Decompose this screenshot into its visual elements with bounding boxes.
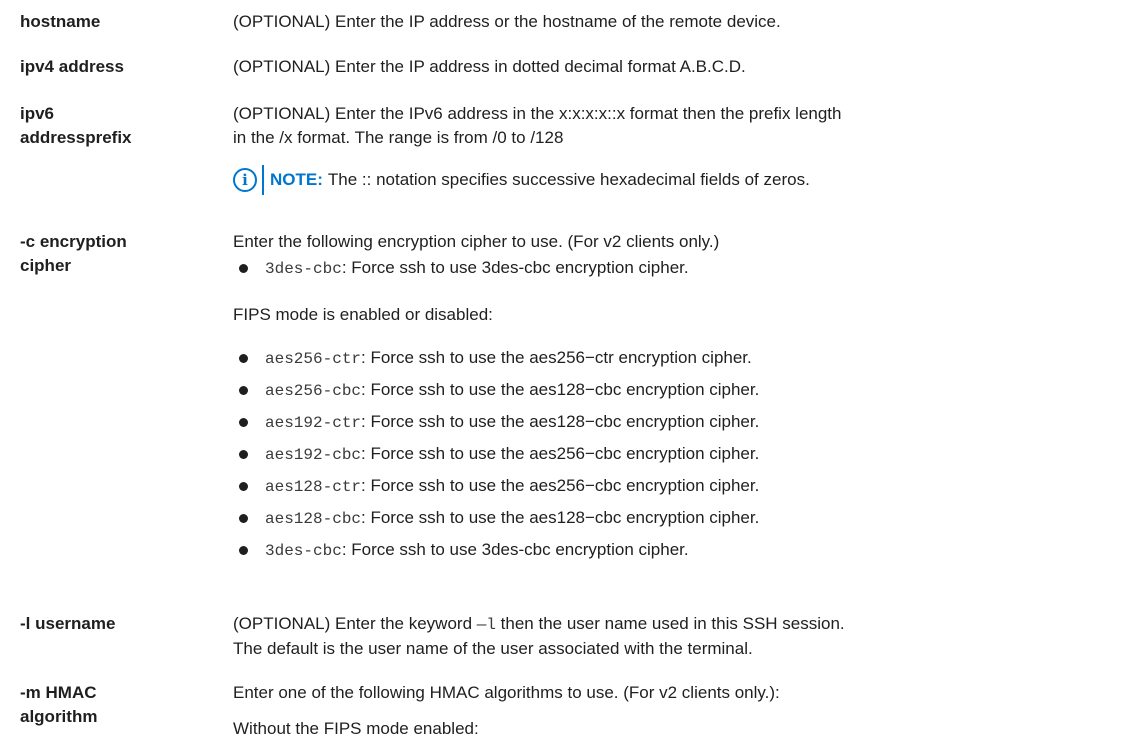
term-line: cipher (20, 256, 72, 275)
cipher-fips-list: aes256-ctr: Force ssh to use the aes256−… (233, 342, 759, 566)
cipher-text: : Force ssh to use the aes256−cbc encryp… (361, 476, 760, 495)
cipher-text: : Force ssh to use 3des-cbc encryption c… (341, 540, 689, 559)
cipher-code: 3des-cbc (265, 542, 342, 560)
note-text: The :: notation specifies successive hex… (327, 170, 810, 189)
fips-text: FIPS mode is enabled or disabled: (233, 305, 493, 324)
note-label: NOTE: (270, 170, 323, 189)
bullet-icon (239, 514, 248, 523)
bullet-icon (239, 264, 248, 273)
term-hmac-algorithm: -m HMAC algorithm (20, 681, 200, 729)
cipher-text: : Force ssh to use the aes128−cbc encryp… (361, 412, 760, 431)
list-item: aes192-cbc: Force ssh to use the aes256−… (233, 438, 759, 470)
bullet-icon (239, 546, 248, 555)
term-encryption-cipher: -c encryption cipher (20, 230, 200, 278)
bullet-icon (239, 354, 248, 363)
cipher-text: : Force ssh to use 3des-cbc encryption c… (341, 258, 689, 277)
term-line: -m HMAC (20, 683, 97, 702)
note-block: i NOTE: The :: notation specifies succes… (233, 165, 810, 195)
term-ipv6-addressprefix: ipv6 addressprefix (20, 102, 200, 150)
desc-ipv6-addressprefix: (OPTIONAL) Enter the IPv6 address in the… (233, 102, 1123, 150)
list-item: aes256-ctr: Force ssh to use the aes256−… (233, 342, 759, 374)
list-item: aes256-cbc: Force ssh to use the aes128−… (233, 374, 759, 406)
desc-line: (OPTIONAL) Enter the IPv6 address in the… (233, 104, 842, 123)
keyword-code: —l (476, 616, 496, 634)
bullet-icon (239, 418, 248, 427)
cipher-text: : Force ssh to use the aes128−cbc encryp… (361, 508, 760, 527)
term-ipv4-address: ipv4 address (20, 57, 124, 76)
term-line: -c encryption (20, 232, 127, 251)
cipher-code: aes192-cbc (265, 446, 362, 464)
cipher-code: aes256-ctr (265, 350, 362, 368)
term-line: algorithm (20, 707, 98, 726)
desc-username: (OPTIONAL) Enter the keyword —l then the… (233, 612, 1123, 661)
bullet-icon (239, 386, 248, 395)
note-divider (262, 165, 264, 195)
list-item: 3des-cbc: Force ssh to use 3des-cbc encr… (233, 534, 759, 566)
cipher-text: : Force ssh to use the aes128−cbc encryp… (361, 380, 760, 399)
desc-hmac-line2: Without the FIPS mode enabled: (233, 719, 479, 738)
desc-hostname: (OPTIONAL) Enter the IP address or the h… (233, 12, 781, 31)
cipher-first-list: 3des-cbc: Force ssh to use 3des-cbc encr… (233, 252, 689, 284)
cipher-code: aes128-ctr (265, 478, 362, 496)
desc-text: (OPTIONAL) Enter the keyword (233, 614, 477, 633)
list-item: 3des-cbc: Force ssh to use 3des-cbc encr… (233, 252, 689, 284)
desc-line: The default is the user name of the user… (233, 639, 753, 658)
cipher-code: aes192-ctr (265, 414, 362, 432)
term-hostname: hostname (20, 12, 101, 31)
desc-ipv4-address: (OPTIONAL) Enter the IP address in dotte… (233, 57, 746, 76)
cipher-text: : Force ssh to use the aes256−cbc encryp… (361, 444, 760, 463)
bullet-icon (239, 482, 248, 491)
cipher-text: : Force ssh to use the aes256−ctr encryp… (361, 348, 752, 367)
list-item: aes128-cbc: Force ssh to use the aes128−… (233, 502, 759, 534)
info-icon: i (233, 168, 257, 192)
list-item: aes128-ctr: Force ssh to use the aes256−… (233, 470, 759, 502)
bullet-icon (239, 450, 248, 459)
desc-text: then the user name used in this SSH sess… (495, 614, 845, 633)
term-line: addressprefix (20, 128, 132, 147)
cipher-code: aes256-cbc (265, 382, 362, 400)
cipher-code: aes128-cbc (265, 510, 362, 528)
desc-hmac-line1: Enter one of the following HMAC algorith… (233, 683, 780, 702)
list-item: aes192-ctr: Force ssh to use the aes128−… (233, 406, 759, 438)
desc-line: in the /x format. The range is from /0 t… (233, 128, 564, 147)
term-username: -l username (20, 614, 116, 633)
desc-line: (OPTIONAL) Enter the keyword —l then the… (233, 612, 1123, 637)
desc-encryption-cipher: Enter the following encryption cipher to… (233, 232, 720, 251)
term-line: ipv6 (20, 104, 55, 123)
cipher-code: 3des-cbc (265, 260, 342, 278)
